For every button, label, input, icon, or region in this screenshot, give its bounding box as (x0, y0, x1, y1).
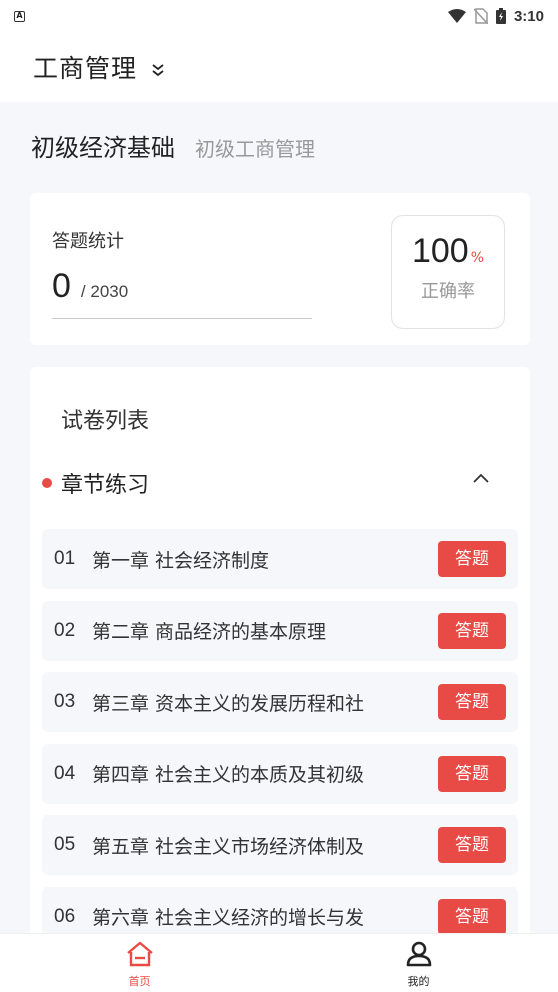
no-sim-icon (473, 8, 488, 24)
stats-count-row: 0 / 2030 (52, 267, 128, 306)
accuracy-unit: % (470, 250, 485, 266)
status-time: 3:10 (513, 7, 544, 25)
chapter-item[interactable]: 03 第三章 资本主义的发展历程和社 答题 (42, 672, 518, 732)
tab-home-label: 首页 (128, 975, 151, 988)
chapter-title: 第三章 资本主义的发展历程和社 (92, 692, 365, 715)
chapter-number: 06 (54, 905, 76, 927)
chevron-up-icon[interactable] (472, 471, 490, 485)
stats-progress-line (52, 318, 312, 319)
chapter-item[interactable]: 04 第四章 社会主义的本质及其初级 答题 (42, 743, 518, 804)
chapter-list: 01 第一章 社会经济制度 答题 02 第二章 商品经济的基本原理 答题 03 … (42, 529, 518, 958)
chapter-title: 第五章 社会主义市场经济体制及 (92, 835, 365, 858)
chapter-item[interactable]: 02 第二章 商品经济的基本原理 答题 (42, 600, 518, 661)
accuracy-value: 100 (411, 232, 469, 270)
papers-title: 试卷列表 (61, 409, 150, 434)
book-subtitle: 初级工商管理 (195, 137, 315, 161)
chapter-item[interactable]: 01 第一章 社会经济制度 答题 (42, 529, 518, 589)
section-label: 章节练习 (61, 473, 150, 498)
chapter-number: 01 (54, 548, 76, 569)
answer-stats-card: 答题统计 0 / 2030 100% 正确率 (30, 193, 530, 345)
answered-count: 0 (52, 267, 71, 305)
chapter-title: 第一章 社会经济制度 (92, 549, 270, 572)
answer-button[interactable]: 答题 (438, 541, 506, 577)
chapter-title: 第二章 商品经济的基本原理 (92, 621, 327, 643)
papers-card: 试卷列表 章节练习 01 第一章 社会经济制度 答题 02 第二章 商品经济的基… (30, 367, 530, 967)
battery-icon (495, 8, 506, 24)
status-bar: A 3:10 (0, 0, 558, 32)
double-chevron-down-icon[interactable] (151, 63, 165, 77)
app-notification-icon: A (14, 10, 25, 22)
chapter-title: 第四章 社会主义的本质及其初级 (92, 764, 365, 786)
section-dot-icon (42, 478, 52, 488)
tab-profile[interactable]: 我的 (279, 934, 558, 992)
subject-selector[interactable]: 工商管理 (0, 32, 558, 102)
stats-label: 答题统计 (52, 231, 124, 252)
chapter-number: 02 (54, 619, 76, 641)
answer-button[interactable]: 答题 (438, 612, 506, 649)
chapter-number: 05 (54, 834, 76, 855)
answer-button[interactable]: 答题 (438, 684, 506, 720)
user-icon (406, 941, 431, 967)
book-title: 初级经济基础 (31, 134, 175, 162)
answer-button[interactable]: 答题 (438, 898, 506, 935)
tab-profile-label: 我的 (407, 975, 430, 988)
accuracy-box: 100% 正确率 (391, 215, 505, 329)
answer-button[interactable]: 答题 (438, 827, 506, 863)
total-count: / 2030 (80, 282, 129, 301)
chapter-item[interactable]: 05 第五章 社会主义市场经济体制及 答题 (42, 815, 518, 875)
subject-title: 工商管理 (33, 54, 138, 83)
section-header-chapter-practice[interactable]: 章节练习 (42, 467, 518, 499)
chapter-title: 第六章 社会主义经济的增长与发 (92, 907, 365, 929)
book-header: 初级经济基础 初级工商管理 (31, 128, 315, 168)
chapter-number: 04 (54, 762, 76, 784)
bottom-tab-bar: 首页 我的 (0, 933, 558, 992)
chapter-number: 03 (54, 691, 76, 712)
wifi-icon (447, 9, 466, 23)
answer-button[interactable]: 答题 (438, 755, 506, 792)
home-icon (126, 941, 153, 967)
tab-home[interactable]: 首页 (0, 934, 279, 992)
accuracy-label: 正确率 (421, 281, 475, 302)
